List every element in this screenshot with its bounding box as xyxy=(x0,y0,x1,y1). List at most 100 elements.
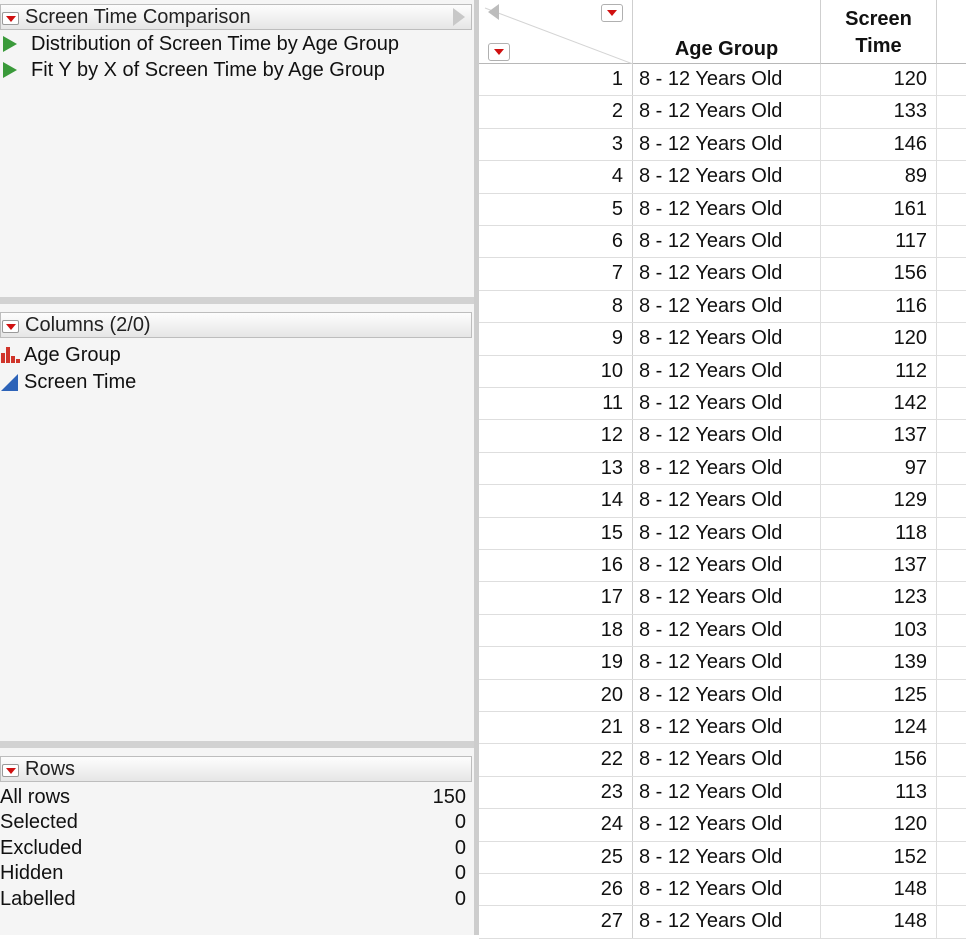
table-row[interactable]: 21 8 - 12 Years Old 124 xyxy=(479,712,966,745)
cell-screen-time[interactable]: 129 xyxy=(821,485,937,517)
row-number[interactable]: 8 xyxy=(479,290,633,323)
row-number[interactable]: 26 xyxy=(479,874,633,906)
cell-age-group[interactable]: 8 - 12 Years Old xyxy=(633,388,821,420)
row-number[interactable]: 12 xyxy=(479,420,633,452)
table-row[interactable]: 15 8 - 12 Years Old 118 xyxy=(479,517,966,550)
row-number[interactable]: 15 xyxy=(479,517,633,549)
table-row[interactable]: 17 8 - 12 Years Old 123 xyxy=(479,582,966,615)
rows-menu-icon[interactable] xyxy=(2,764,19,777)
panel-divider[interactable] xyxy=(0,741,474,748)
cell-screen-time[interactable]: 139 xyxy=(821,647,937,679)
row-number[interactable]: 27 xyxy=(479,906,633,938)
cell-screen-time[interactable]: 118 xyxy=(821,517,937,549)
cell-age-group[interactable]: 8 - 12 Years Old xyxy=(633,64,821,96)
table-row[interactable]: 78 - 12 Years Old 156 xyxy=(479,258,966,291)
cell-screen-time[interactable]: 116 xyxy=(821,290,937,323)
cell-age-group[interactable]: 8 - 12 Years Old xyxy=(633,323,821,355)
cell-age-group[interactable]: 8 - 12 Years Old xyxy=(633,161,821,193)
row-number[interactable]: 19 xyxy=(479,647,633,679)
table-row[interactable]: 11 8 - 12 Years Old 142 xyxy=(479,388,966,421)
row-menu-button[interactable] xyxy=(488,43,510,61)
table-row[interactable]: 27 8 - 12 Years Old 148 xyxy=(479,906,966,939)
row-number[interactable]: 6 xyxy=(479,226,633,258)
column-header-screen-time[interactable]: Screen Time xyxy=(821,0,937,64)
columns-menu-icon[interactable] xyxy=(2,320,19,333)
cell-screen-time[interactable]: 156 xyxy=(821,258,937,290)
cell-screen-time[interactable]: 123 xyxy=(821,582,937,614)
cell-age-group[interactable]: 8 - 12 Years Old xyxy=(633,485,821,517)
row-number[interactable]: 3 xyxy=(479,128,633,161)
row-number[interactable]: 25 xyxy=(479,841,633,873)
cell-screen-time[interactable]: 125 xyxy=(821,679,937,711)
columns-panel-header[interactable]: Columns (2/0) xyxy=(0,312,472,338)
cell-age-group[interactable]: 8 - 12 Years Old xyxy=(633,679,821,711)
table-row[interactable]: 68 - 12 Years Old 117 xyxy=(479,226,966,259)
table-panel-header[interactable]: Screen Time Comparison xyxy=(0,4,472,30)
table-row[interactable]: 38 - 12 Years Old 146 xyxy=(479,128,966,162)
cell-screen-time[interactable]: 142 xyxy=(821,388,937,420)
cell-screen-time[interactable]: 148 xyxy=(821,874,937,906)
table-row[interactable]: 14 8 - 12 Years Old 129 xyxy=(479,485,966,518)
table-row[interactable]: 25 8 - 12 Years Old 152 xyxy=(479,841,966,874)
table-row[interactable]: 12 8 - 12 Years Old 137 xyxy=(479,420,966,453)
cell-age-group[interactable]: 8 - 12 Years Old xyxy=(633,193,821,225)
cell-screen-time[interactable]: 156 xyxy=(821,744,937,776)
table-row[interactable]: 24 8 - 12 Years Old 120 xyxy=(479,809,966,842)
table-row[interactable]: 13 8 - 12 Years Old 97 xyxy=(479,452,966,486)
row-number[interactable]: 21 xyxy=(479,712,633,744)
scroll-left-icon[interactable] xyxy=(488,4,499,20)
row-number[interactable]: 16 xyxy=(479,550,633,582)
table-row[interactable]: 10 8 - 12 Years Old 112 xyxy=(479,355,966,388)
cell-age-group[interactable]: 8 - 12 Years Old xyxy=(633,550,821,582)
cell-age-group[interactable]: 8 - 12 Years Old xyxy=(633,128,821,161)
table-row[interactable]: 23 8 - 12 Years Old 113 xyxy=(479,776,966,810)
cell-age-group[interactable]: 8 - 12 Years Old xyxy=(633,809,821,841)
cell-screen-time[interactable]: 103 xyxy=(821,614,937,647)
cell-screen-time[interactable]: 152 xyxy=(821,841,937,873)
cell-age-group[interactable]: 8 - 12 Years Old xyxy=(633,420,821,452)
table-row[interactable]: 20 8 - 12 Years Old 125 xyxy=(479,679,966,712)
row-number[interactable]: 10 xyxy=(479,355,633,387)
cell-age-group[interactable]: 8 - 12 Years Old xyxy=(633,712,821,744)
cell-screen-time[interactable]: 112 xyxy=(821,355,937,387)
cell-age-group[interactable]: 8 - 12 Years Old xyxy=(633,874,821,906)
row-number[interactable]: 2 xyxy=(479,96,633,128)
row-number[interactable]: 18 xyxy=(479,614,633,647)
cell-age-group[interactable]: 8 - 12 Years Old xyxy=(633,258,821,290)
table-row[interactable]: 19 8 - 12 Years Old 139 xyxy=(479,647,966,680)
table-row[interactable]: 58 - 12 Years Old 161 xyxy=(479,193,966,226)
row-number[interactable]: 5 xyxy=(479,193,633,225)
row-number[interactable]: 17 xyxy=(479,582,633,614)
table-row[interactable]: 26 8 - 12 Years Old 148 xyxy=(479,874,966,907)
cell-age-group[interactable]: 8 - 12 Years Old xyxy=(633,290,821,323)
row-number[interactable]: 11 xyxy=(479,388,633,420)
cell-screen-time[interactable]: 133 xyxy=(821,96,937,128)
cell-age-group[interactable]: 8 - 12 Years Old xyxy=(633,906,821,938)
row-number[interactable]: 7 xyxy=(479,258,633,290)
table-row[interactable]: 18 - 12 Years Old 120 xyxy=(479,64,966,97)
expand-arrow-icon[interactable] xyxy=(453,8,465,26)
cell-screen-time[interactable]: 137 xyxy=(821,420,937,452)
cell-screen-time[interactable]: 113 xyxy=(821,776,937,809)
cell-age-group[interactable]: 8 - 12 Years Old xyxy=(633,517,821,549)
cell-screen-time[interactable]: 89 xyxy=(821,161,937,193)
cell-age-group[interactable]: 8 - 12 Years Old xyxy=(633,841,821,873)
cell-screen-time[interactable]: 120 xyxy=(821,809,937,841)
table-row[interactable]: 22 8 - 12 Years Old 156 xyxy=(479,744,966,777)
row-number[interactable]: 9 xyxy=(479,323,633,355)
run-script-icon[interactable] xyxy=(3,62,17,78)
cell-age-group[interactable]: 8 - 12 Years Old xyxy=(633,582,821,614)
cell-age-group[interactable]: 8 - 12 Years Old xyxy=(633,96,821,128)
cell-screen-time[interactable]: 148 xyxy=(821,906,937,938)
panel-divider[interactable] xyxy=(0,297,474,304)
row-number[interactable]: 4 xyxy=(479,161,633,193)
row-number[interactable]: 22 xyxy=(479,744,633,776)
row-number[interactable]: 14 xyxy=(479,485,633,517)
cell-age-group[interactable]: 8 - 12 Years Old xyxy=(633,614,821,647)
column-menu-button[interactable] xyxy=(601,4,623,22)
row-number[interactable]: 13 xyxy=(479,452,633,485)
column-header-age-group[interactable]: Age Group xyxy=(633,0,821,64)
row-number[interactable]: 24 xyxy=(479,809,633,841)
table-row[interactable]: 98 - 12 Years Old 120 xyxy=(479,323,966,356)
cell-screen-time[interactable]: 120 xyxy=(821,64,937,96)
